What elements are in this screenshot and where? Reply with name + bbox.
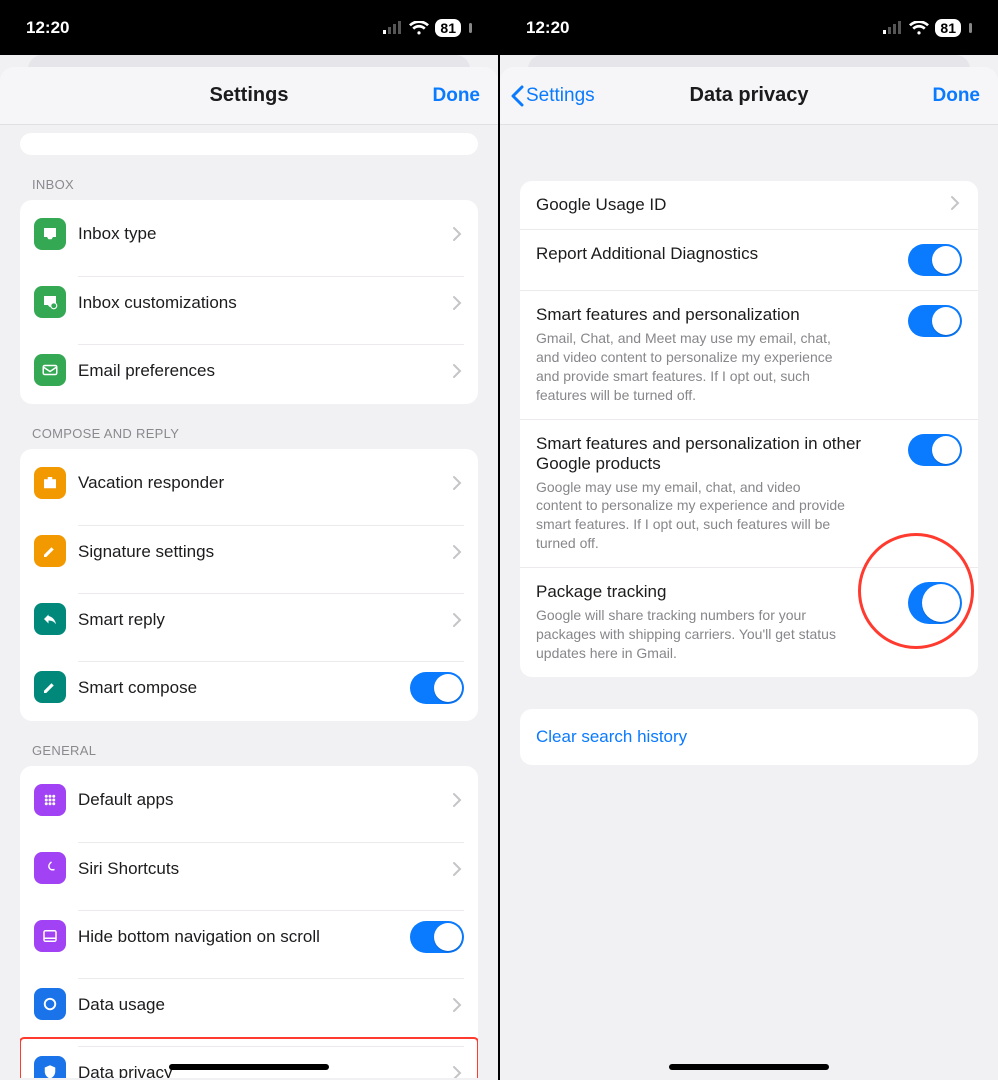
previous-card-peek [20, 133, 478, 155]
row-title: Google Usage ID [536, 195, 936, 215]
status-time: 12:20 [26, 18, 69, 38]
envelope-icon [34, 354, 66, 386]
briefcase-icon [34, 467, 66, 499]
page-title: Settings [0, 84, 498, 107]
inbox-gear-icon [34, 286, 66, 318]
chevron-right-icon [452, 861, 464, 877]
row-label: Data privacy [78, 1063, 172, 1079]
row-subtitle: Google will share tracking numbers for y… [536, 606, 846, 663]
row-vacation-responder[interactable]: Vacation responder [20, 449, 478, 517]
row-smart-compose[interactable]: Smart compose [20, 653, 478, 721]
row-email-preferences[interactable]: Email preferences [20, 336, 478, 404]
navigation-bar-icon [34, 920, 66, 952]
row-package-tracking[interactable]: Package tracking Google will share track… [520, 567, 978, 677]
row-title: Smart features and personalization [536, 305, 894, 325]
row-inbox-customizations[interactable]: Inbox customizations [20, 268, 478, 336]
pencil-icon [34, 535, 66, 567]
page-title: Data privacy [500, 84, 998, 107]
row-label: Smart reply [78, 610, 165, 630]
battery-icon: 81 [935, 19, 961, 37]
home-indicator [169, 1064, 329, 1070]
grid-icon [34, 784, 66, 816]
cellular-signal-icon [383, 21, 403, 34]
navbar-settings: Settings Done [0, 67, 498, 125]
section-header-inbox: INBOX [12, 155, 486, 200]
row-data-usage[interactable]: Data usage [20, 970, 478, 1038]
row-title: Package tracking [536, 582, 894, 602]
row-signature-settings[interactable]: Signature settings [20, 517, 478, 585]
row-subtitle: Google may use my email, chat, and video… [536, 478, 846, 554]
chevron-right-icon [452, 475, 464, 491]
hide-bottom-nav-toggle[interactable] [410, 921, 464, 953]
row-smart-features-other[interactable]: Smart features and personalization in ot… [520, 419, 978, 568]
chevron-right-icon [950, 195, 962, 211]
row-label: Siri Shortcuts [78, 859, 179, 879]
inbox-icon [34, 218, 66, 250]
section-header-general: GENERAL [12, 721, 486, 766]
row-siri-shortcuts[interactable]: Siri Shortcuts [20, 834, 478, 902]
row-report-diagnostics[interactable]: Report Additional Diagnostics [520, 229, 978, 290]
smart-compose-toggle[interactable] [410, 672, 464, 704]
row-data-privacy[interactable]: Data privacy [20, 1038, 478, 1078]
chevron-right-icon [452, 544, 464, 560]
row-inbox-type[interactable]: Inbox type [20, 200, 478, 268]
chevron-right-icon [452, 1065, 464, 1079]
package-tracking-toggle[interactable] [908, 582, 962, 624]
reply-icon [34, 603, 66, 635]
row-smart-reply[interactable]: Smart reply [20, 585, 478, 653]
row-label: Default apps [78, 790, 173, 810]
chevron-right-icon [452, 226, 464, 242]
row-label: Inbox customizations [78, 293, 237, 313]
cellular-signal-icon [883, 21, 903, 34]
chevron-right-icon [452, 997, 464, 1013]
row-label: Data usage [78, 995, 165, 1015]
row-title: Smart features and personalization in ot… [536, 434, 894, 474]
data-usage-icon [34, 988, 66, 1020]
row-hide-bottom-nav[interactable]: Hide bottom navigation on scroll [20, 902, 478, 970]
row-subtitle: Gmail, Chat, and Meet may use my email, … [536, 329, 846, 405]
status-bar: 12:20 81 [500, 0, 998, 55]
siri-icon [34, 852, 66, 884]
status-time: 12:20 [526, 18, 569, 38]
phone-settings: 12:20 81 Settings Done INBOX [0, 0, 498, 1080]
chevron-right-icon [452, 363, 464, 379]
shield-icon [34, 1056, 66, 1078]
clear-search-history-button[interactable]: Clear search history [520, 709, 978, 765]
battery-icon: 81 [435, 19, 461, 37]
chevron-right-icon [452, 295, 464, 311]
home-indicator [669, 1064, 829, 1070]
smart-features-other-toggle[interactable] [908, 434, 962, 466]
row-label: Signature settings [78, 542, 214, 562]
row-label: Inbox type [78, 224, 156, 244]
section-header-compose: COMPOSE AND REPLY [12, 404, 486, 449]
status-bar: 12:20 81 [0, 0, 498, 55]
row-default-apps[interactable]: Default apps [20, 766, 478, 834]
chevron-right-icon [452, 612, 464, 628]
row-title: Report Additional Diagnostics [536, 244, 894, 264]
navbar-data-privacy: Settings Data privacy Done [500, 67, 998, 125]
wifi-icon [909, 21, 929, 35]
row-label: Vacation responder [78, 473, 224, 493]
row-label: Smart compose [78, 678, 197, 698]
row-label: Hide bottom navigation on scroll [78, 927, 320, 947]
report-diagnostics-toggle[interactable] [908, 244, 962, 276]
row-smart-features[interactable]: Smart features and personalization Gmail… [520, 290, 978, 419]
wifi-icon [409, 21, 429, 35]
row-label: Email preferences [78, 361, 215, 381]
chevron-right-icon [452, 792, 464, 808]
smart-features-toggle[interactable] [908, 305, 962, 337]
pencil-icon [34, 671, 66, 703]
row-google-usage-id[interactable]: Google Usage ID [520, 181, 978, 229]
phone-data-privacy: 12:20 81 Settings Data privacy Done [498, 0, 998, 1080]
